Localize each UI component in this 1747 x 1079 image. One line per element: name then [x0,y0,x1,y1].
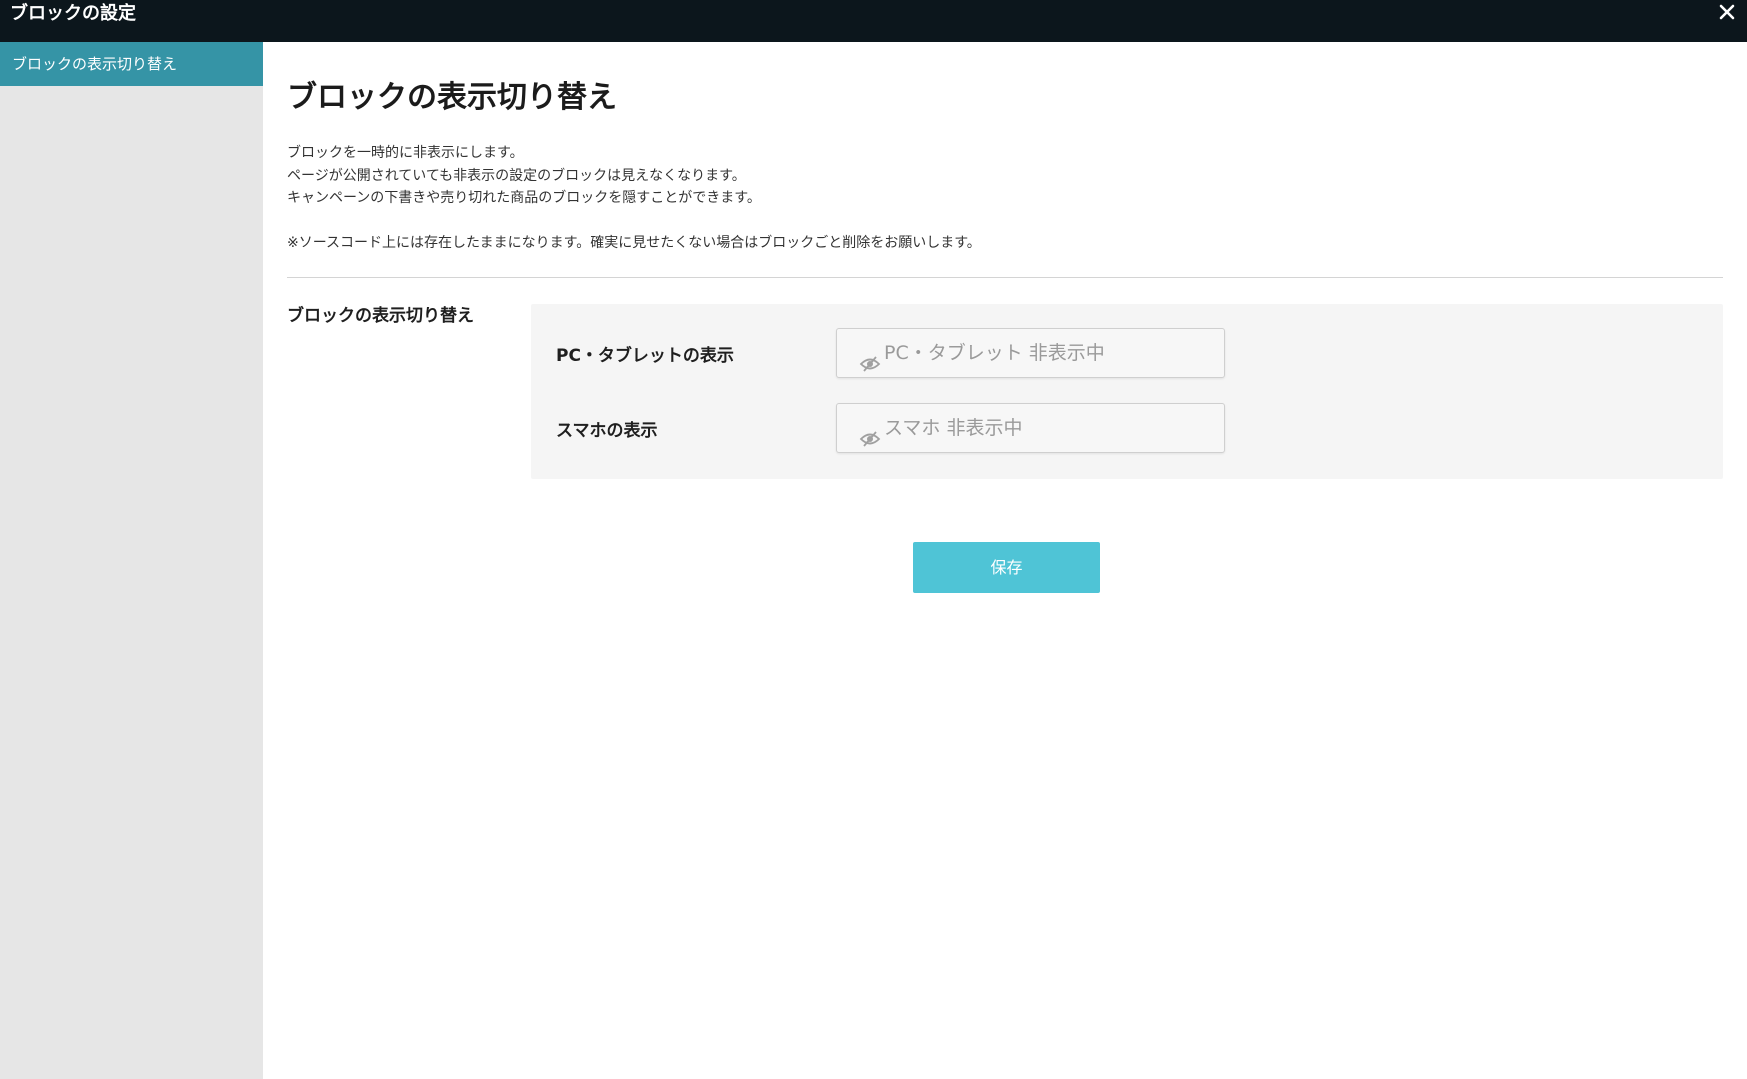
sidebar-item-label: ブロックの表示切り替え [12,55,178,73]
main-content: ブロックの表示切り替え ブロックを一時的に非表示にします。 ページが公開されてい… [263,42,1747,1079]
title-bar: ブロックの設定 [0,0,1747,42]
divider [287,277,1723,278]
description-line: ブロックを一時的に非表示にします。 [287,145,524,161]
save-button[interactable]: 保存 [913,542,1100,593]
pc-visibility-toggle-text: PC・タブレット 非表示中 [884,342,1105,364]
window-title: ブロックの設定 [10,3,136,24]
smartphone-display-label: スマホの表示 [556,421,658,441]
description-line: キャンペーンの下書きや売り切れた商品のブロックを隠すことができます。 [287,190,761,206]
pc-display-label: PC・タブレットの表示 [556,346,734,366]
section-label: ブロックの表示切り替え [287,306,474,326]
pc-visibility-toggle-button[interactable]: PC・タブレット 非表示中 [836,328,1225,378]
sidebar-item-display-toggle[interactable]: ブロックの表示切り替え [0,42,263,86]
sidebar: ブロックの表示切り替え [0,42,263,1079]
eye-slash-icon [859,418,881,447]
close-icon[interactable] [1715,0,1739,24]
smartphone-visibility-toggle-text: スマホ 非表示中 [884,417,1023,439]
description: ブロックを一時的に非表示にします。 ページが公開されていても非表示の設定のブロッ… [287,142,981,254]
page-title: ブロックの表示切り替え [287,80,617,115]
eye-slash-icon [859,343,881,372]
description-line: ページが公開されていても非表示の設定のブロックは見えなくなります。 [287,167,746,184]
settings-panel: PC・タブレットの表示 PC・タブレット 非表示中 スマホの表示 スマホ 非表示… [531,304,1723,479]
smartphone-visibility-toggle-button[interactable]: スマホ 非表示中 [836,403,1225,453]
description-note: ※ソースコード上には存在したままになります。確実に見せたくない場合はブロックごと… [287,234,981,251]
